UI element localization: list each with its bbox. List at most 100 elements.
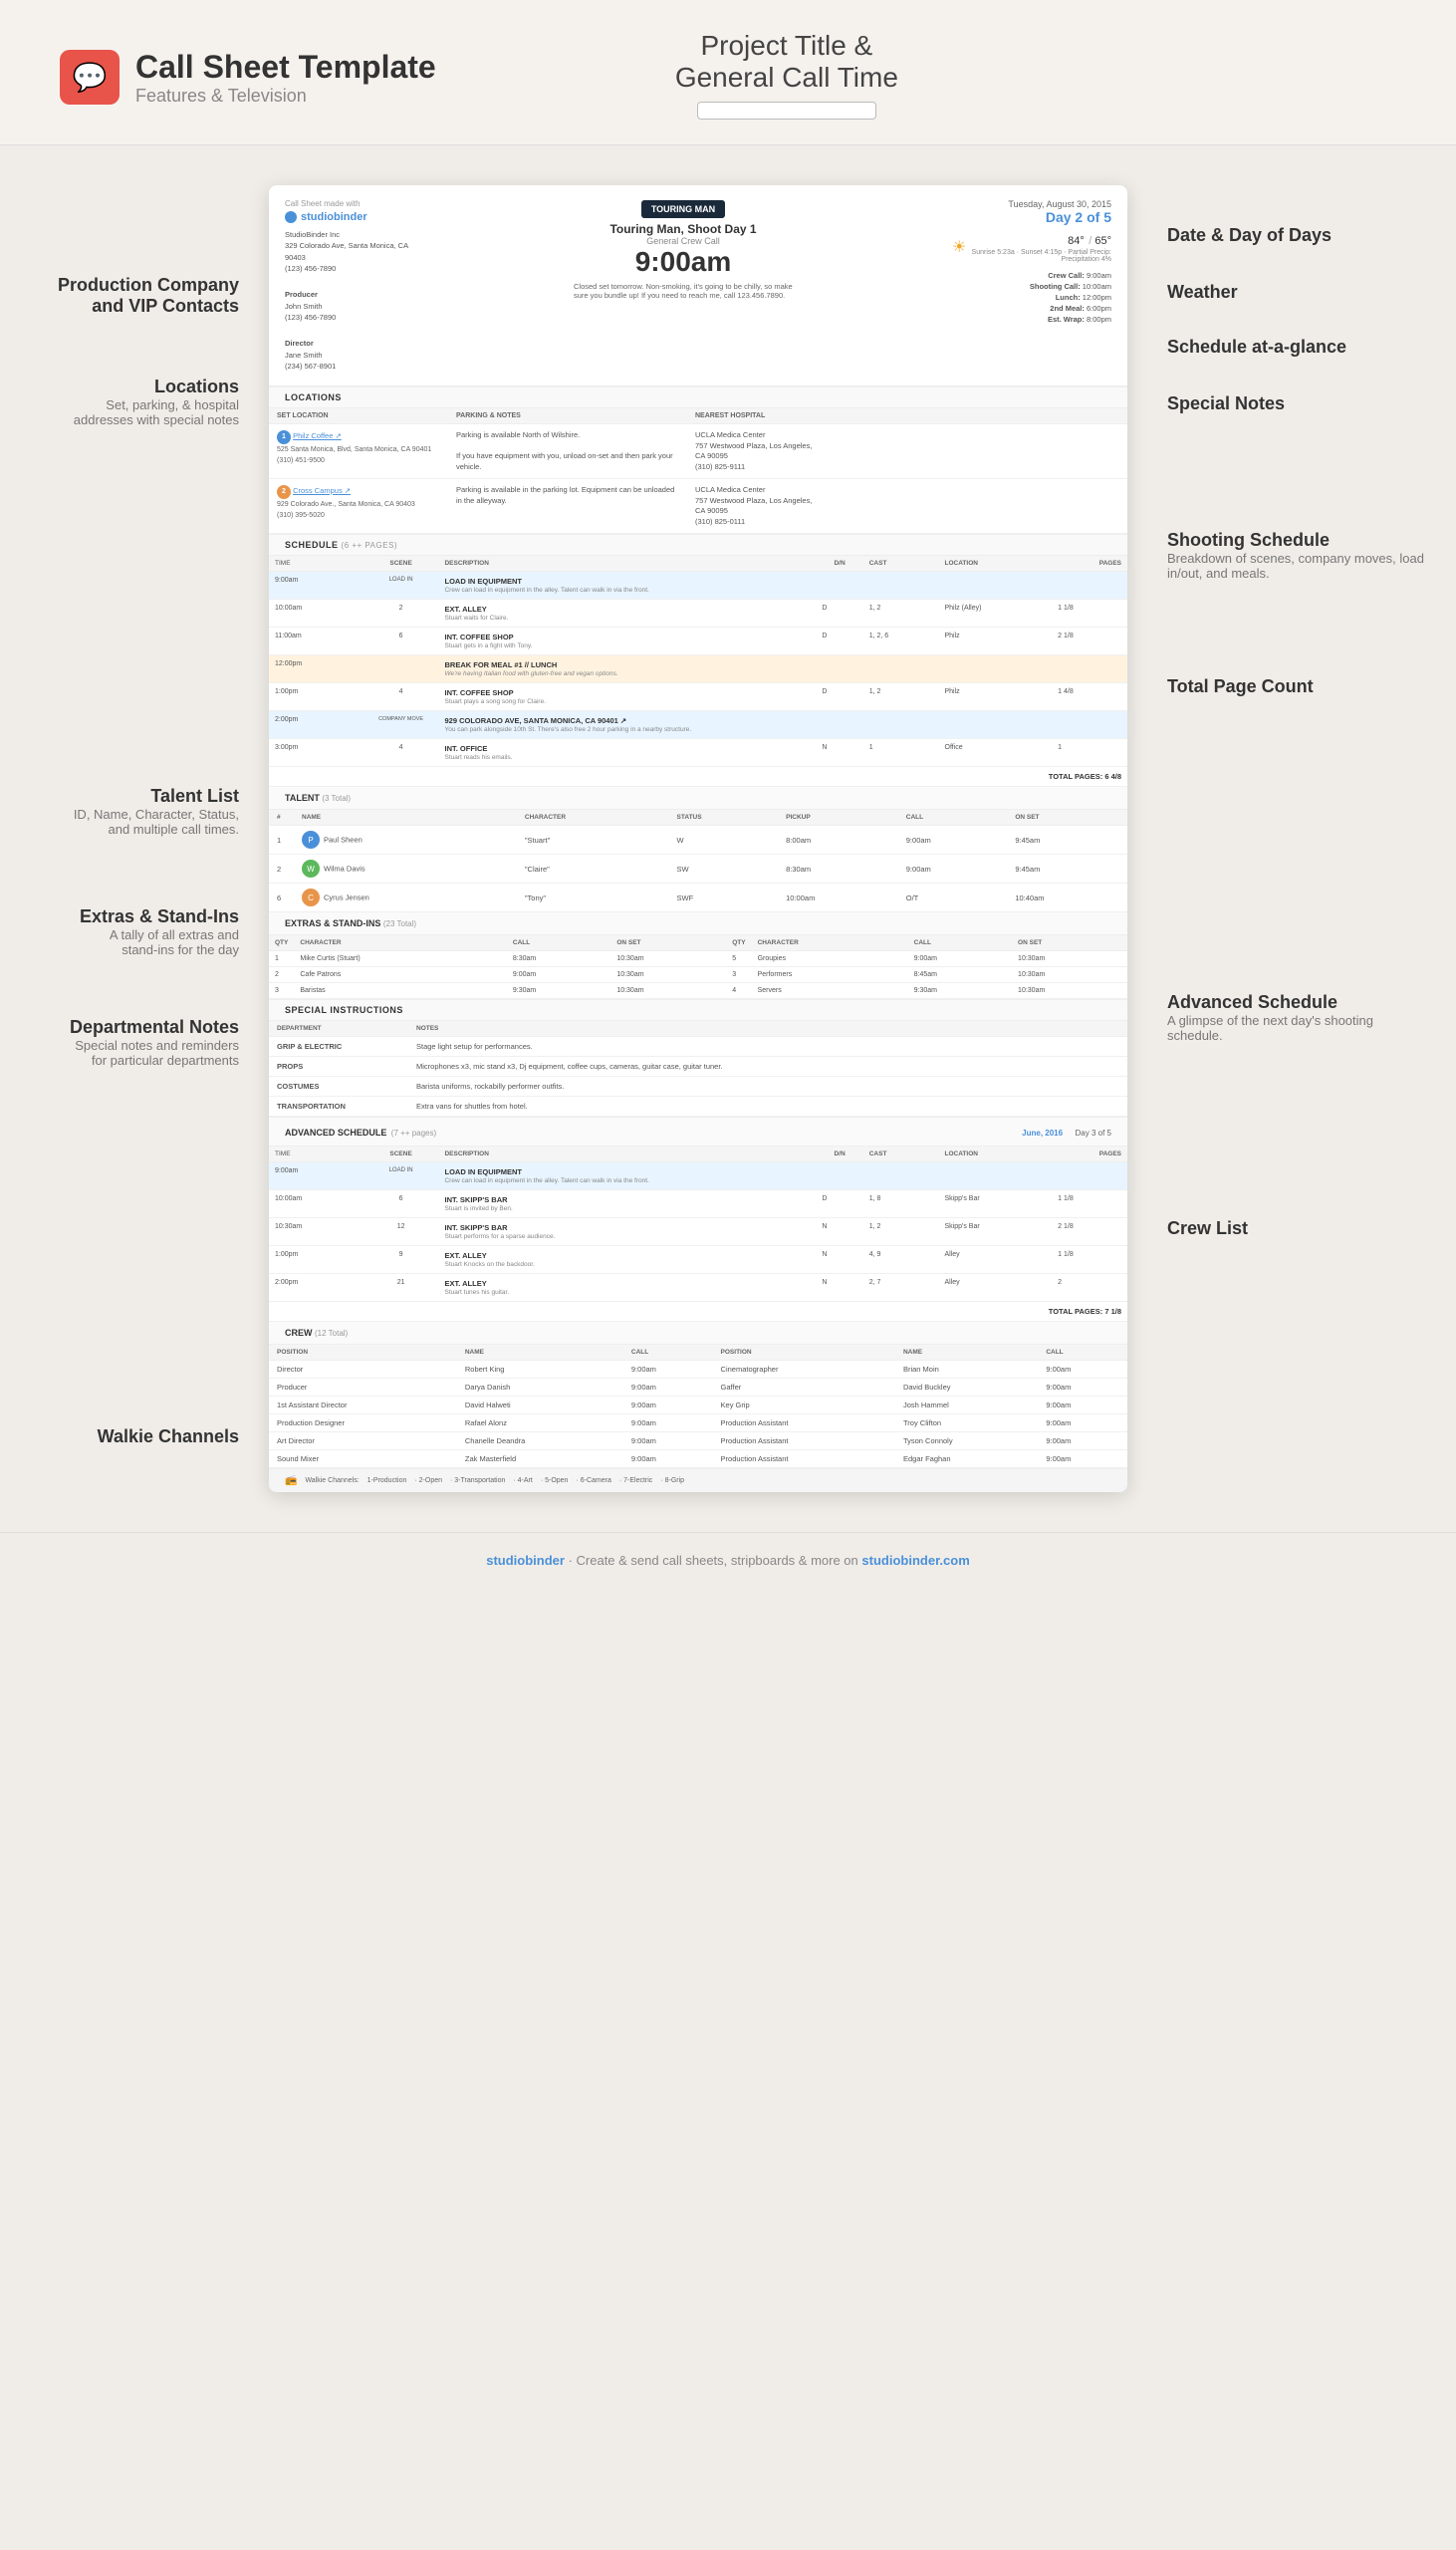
cs-special-2-dept: PROPS <box>269 1057 408 1077</box>
cs-sched-scene-4 <box>364 655 439 683</box>
table-row: 10:00am 2 EXT. ALLEY Stuart waits for Cl… <box>269 600 1127 628</box>
cs-sched-cast-7: 1 <box>863 739 939 767</box>
cs-crew-5-call2: 9:00am <box>1038 1432 1127 1450</box>
cs-loc-1-address: 525 Santa Monica, Blvd, Santa Monica, CA… <box>277 446 431 464</box>
cs-adv-pages-5: 2 <box>1052 1274 1127 1302</box>
cs-locations-table: SET LOCATION PARKING & NOTES NEAREST HOS… <box>269 408 1127 534</box>
cs-crew-6-name2: Edgar Faghan <box>895 1450 1038 1468</box>
app-subtitle: Features & Television <box>135 86 436 107</box>
cs-sched-desc-7: INT. OFFICE Stuart reads his emails. <box>438 739 816 767</box>
cs-loc-2-set: 2 Cross Campus ↗ 929 Colorado Ave., Sant… <box>269 479 448 534</box>
cs-crew-3-pos1: 1st Assistant Director <box>269 1397 457 1414</box>
cs-special-table: DEPARTMENT NOTES GRIP & ELECTRIC Stage l… <box>269 1021 1127 1117</box>
cs-adv-scene-2: 6 <box>364 1190 439 1218</box>
cs-talent-1-onset: 9:45am <box>1007 826 1127 855</box>
table-row: 3:00pm 4 INT. OFFICE Stuart reads his em… <box>269 739 1127 767</box>
cs-shoot-title: Touring Man, Shoot Day 1 <box>424 222 942 236</box>
cs-loc-2-hospital: UCLA Medica Center757 Westwood Plaza, Lo… <box>687 479 1127 534</box>
footer-text: · Create & send call sheets, stripboards… <box>569 1553 858 1568</box>
cs-adv-total-row: TOTAL PAGES: 7 1/8 <box>269 1302 1127 1322</box>
footer-brand2: studiobinder.com <box>861 1553 969 1568</box>
cs-brand-logo: studiobinder <box>285 211 414 223</box>
cs-adv-col-cast: CAST <box>863 1147 939 1162</box>
table-row: 1:00pm 4 INT. COFFEE SHOP Stuart plays a… <box>269 683 1127 711</box>
cs-director-name: Jane Smith <box>285 350 414 361</box>
cs-talent-3-onset: 10:40am <box>1007 884 1127 912</box>
cs-extras-2-char1: Cafe Patrons <box>294 967 507 983</box>
cs-sched-scene-6: COMPANY MOVE <box>364 711 439 739</box>
cs-extras-1-qty1: 1 <box>269 951 294 967</box>
cs-adv-dn-2: D <box>816 1190 862 1218</box>
cs-extras-3-onset2: 10:30am <box>1012 983 1127 999</box>
cs-special-4-dept: TRANSPORTATION <box>269 1097 408 1117</box>
label-extras: Extras & Stand-Ins A tally of all extras… <box>30 906 239 957</box>
cs-loc-2-name: Cross Campus ↗ <box>293 486 351 495</box>
cs-extras-1-onset2: 10:30am <box>1012 951 1127 967</box>
cs-extras-1-qty2: 5 <box>726 951 751 967</box>
cs-walkie-ch3: · 3-Transportation <box>450 1477 505 1484</box>
general-call-input[interactable] <box>697 102 876 120</box>
table-row: 9:00am LOAD IN LOAD IN EQUIPMENT Crew ca… <box>269 572 1127 600</box>
cs-extras-3-call1: 9:30am <box>507 983 610 999</box>
cs-sched-pages-3: 2 1/8 <box>1052 628 1127 655</box>
cs-sched-col-loc: LOCATION <box>939 556 1053 572</box>
cs-company-address: 329 Colorado Ave, Santa Monica, CA 90403 <box>285 240 414 263</box>
cs-loc-col-parking: PARKING & NOTES <box>448 408 687 424</box>
cs-crew-6-pos2: Production Assistant <box>713 1450 895 1468</box>
cs-header: Call Sheet made with studiobinder Studio… <box>269 185 1127 386</box>
cs-crew-6-name1: Zak Masterfield <box>457 1450 623 1468</box>
cs-sched-desc-3: INT. COFFEE SHOP Stuart gets in a fight … <box>438 628 816 655</box>
cs-sched-dn-5: D <box>816 683 862 711</box>
table-row: 1st Assistant Director David Halweti 9:0… <box>269 1397 1127 1414</box>
app-title-block: Call Sheet Template Features & Televisio… <box>135 49 436 107</box>
cs-crew-4-call2: 9:00am <box>1038 1414 1127 1432</box>
cs-director-label: Director <box>285 338 414 349</box>
table-row: 3 Baristas 9:30am 10:30am 4 Servers 9:30… <box>269 983 1127 999</box>
cs-talent-1-char: "Stuart" <box>517 826 669 855</box>
cs-extras-3-char1: Baristas <box>294 983 507 999</box>
cs-adv-sched-title: ADVANCED SCHEDULE (7 ++ pages) <box>285 1123 436 1141</box>
cs-loc-col-hospital: NEAREST HOSPITAL <box>687 408 1127 424</box>
cs-producer-label: Producer <box>285 289 414 300</box>
cs-sched-pages-5: 1 4/8 <box>1052 683 1127 711</box>
table-row: Art Director Chanelle Deandra 9:00am Pro… <box>269 1432 1127 1450</box>
cs-talent-1-num: 1 <box>269 826 294 855</box>
cs-loc-1-name: Philz Coffee ↗ <box>293 431 342 440</box>
table-row: 10:30am 12 INT. SKIPP'S BAR Stuart perfo… <box>269 1218 1127 1246</box>
cs-sched-dn-2: D <box>816 600 862 628</box>
table-row: PROPS Microphones x3, mic stand x3, Dj e… <box>269 1057 1127 1077</box>
cs-sched-pages-2: 1 1/8 <box>1052 600 1127 628</box>
cs-extras-2-char2: Performers <box>752 967 908 983</box>
cs-talent-2-status: SW <box>669 855 779 884</box>
cs-general-call-label: General Crew Call <box>424 236 942 246</box>
cs-talent-2-onset: 9:45am <box>1007 855 1127 884</box>
cs-crew-5-pos2: Production Assistant <box>713 1432 895 1450</box>
cs-extras-col-qty2: QTY <box>726 935 751 951</box>
label-dept-notes: Departmental Notes Special notes and rem… <box>30 1017 239 1068</box>
cs-sched-loc-2: Philz (Alley) <box>939 600 1053 628</box>
cs-sched-scene-7: 4 <box>364 739 439 767</box>
cs-locations-header: LOCATIONS <box>269 386 1127 408</box>
cs-weather-icon: ☀ <box>952 237 966 257</box>
label-walkie: Walkie Channels <box>30 1426 239 1447</box>
cs-extras-col-call1: CALL <box>507 935 610 951</box>
cs-crew-1-name2: Brian Moin <box>895 1361 1038 1379</box>
table-row: 1 Mike Curtis (Stuart) 8:30am 10:30am 5 … <box>269 951 1127 967</box>
cs-schedule-header: SCHEDULE (6 ++ pages) <box>269 534 1127 556</box>
cs-adv-desc-2: INT. SKIPP'S BAR Stuart is invited by Be… <box>438 1190 816 1218</box>
cs-adv-dn-4: N <box>816 1246 862 1274</box>
cs-walkie-label: Walkie Channels: <box>305 1477 359 1484</box>
cs-adv-scene-5: 21 <box>364 1274 439 1302</box>
cs-call-time: 9:00am <box>424 246 942 278</box>
avatar: C <box>302 889 320 906</box>
footer-brand: studiobinder <box>486 1553 565 1568</box>
cs-adv-dn-3: N <box>816 1218 862 1246</box>
cs-adv-scene-3: 12 <box>364 1218 439 1246</box>
label-shooting-schedule: Shooting Schedule Breakdown of scenes, c… <box>1167 530 1426 581</box>
cs-talent-2-name: WWilma Davis <box>294 855 517 884</box>
cs-extras-col-onset1: ON SET <box>610 935 726 951</box>
cs-right-section: Tuesday, August 30, 2015 Day 2 of 5 ☀ 84… <box>952 199 1111 326</box>
cs-weather-detail: Sunrise 5:23a · Sunset 4:15p · Partial P… <box>970 249 1111 263</box>
cs-talent-col-name: NAME <box>294 810 517 826</box>
cs-crew-3-name1: David Halweti <box>457 1397 623 1414</box>
